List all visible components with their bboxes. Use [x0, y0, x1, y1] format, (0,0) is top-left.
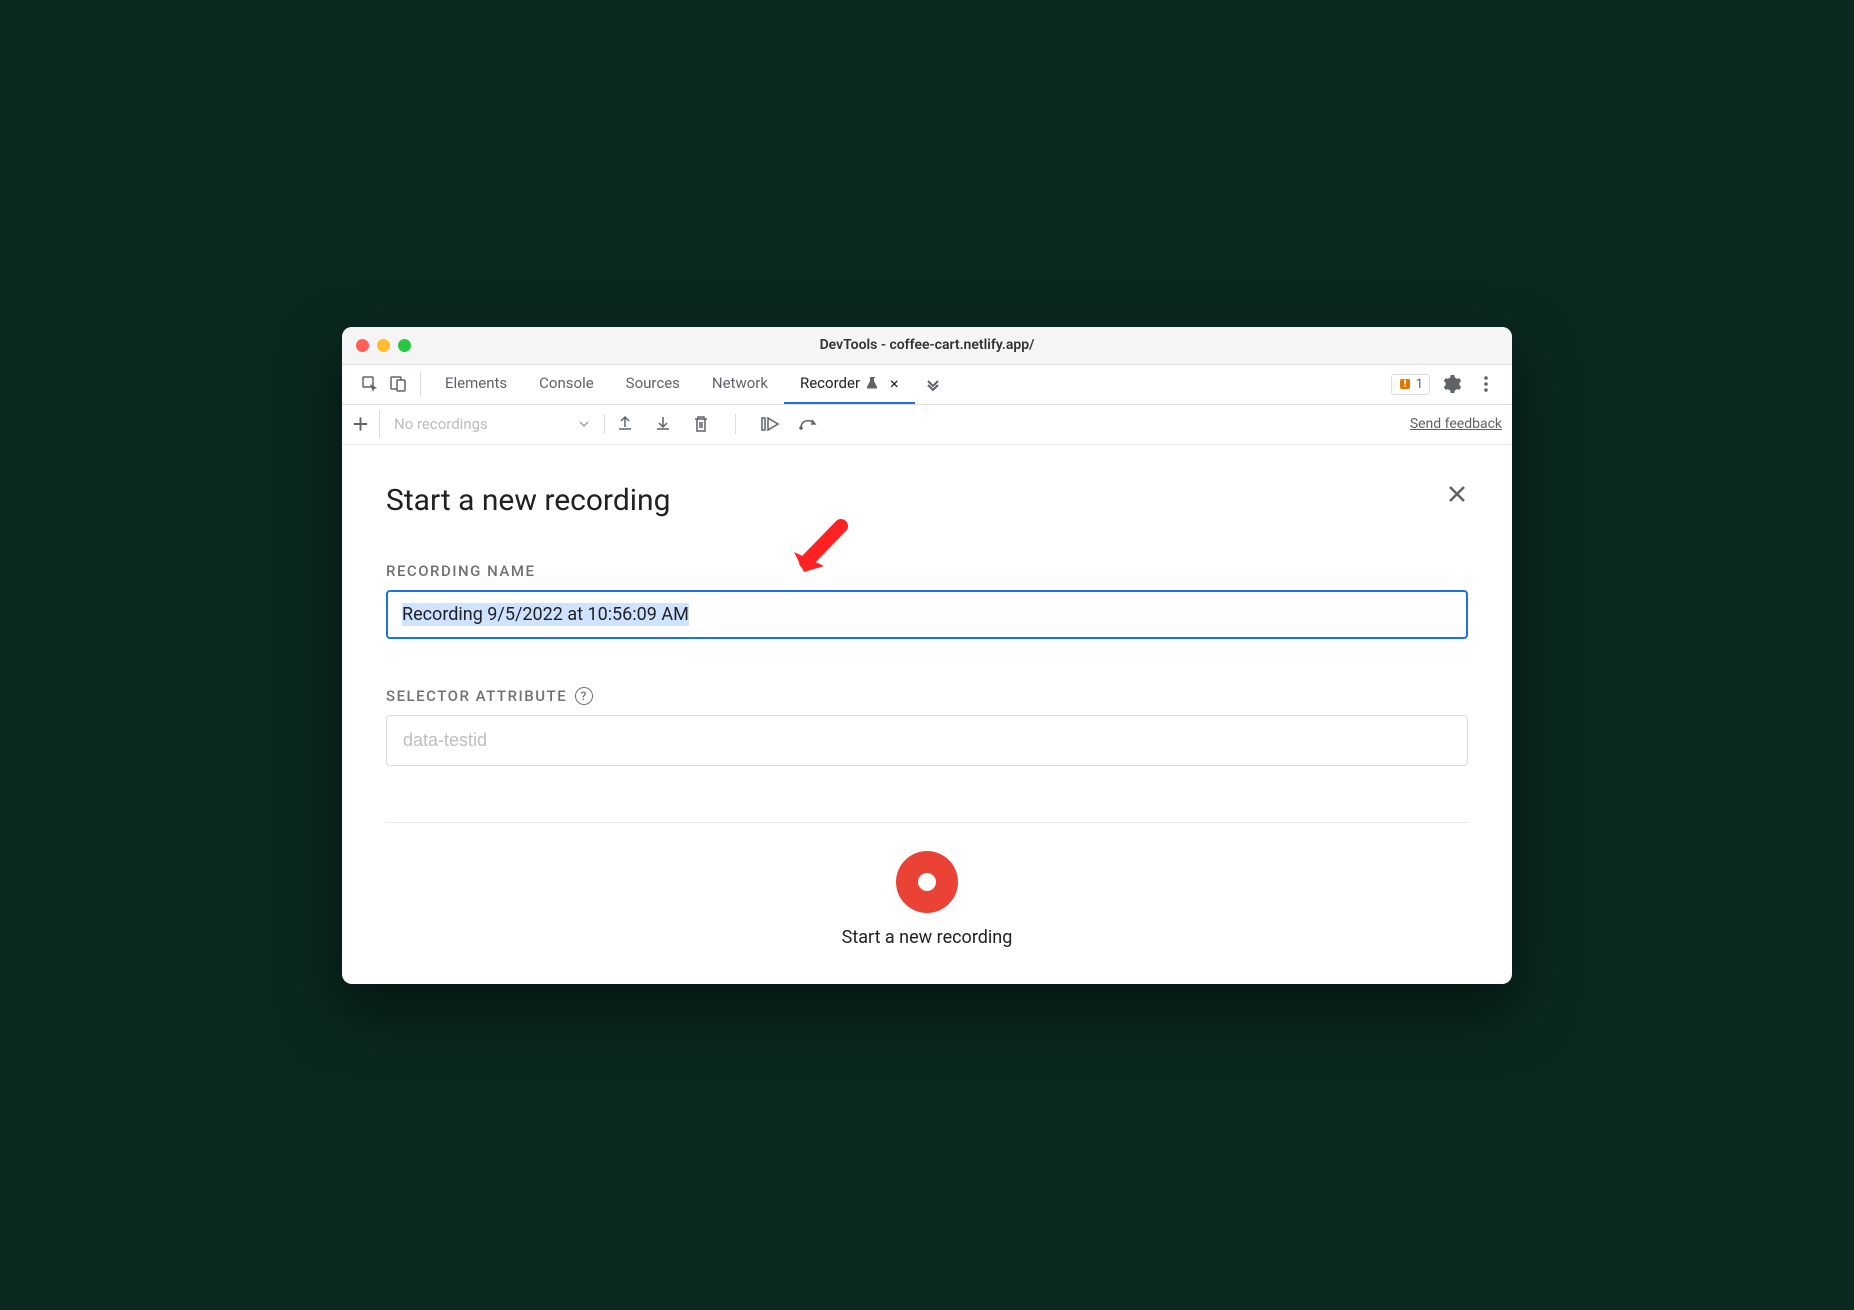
warning-icon: ! — [1398, 377, 1412, 391]
import-icon[interactable] — [651, 412, 675, 436]
recording-name-input[interactable]: Recording 9/5/2022 at 10:56:09 AM — [386, 590, 1468, 639]
start-recording-button[interactable] — [896, 851, 958, 913]
devtools-tabbar: Elements Console Sources Network Recorde… — [342, 365, 1512, 405]
flask-icon — [866, 376, 880, 390]
tab-recorder[interactable]: Recorder × — [784, 364, 915, 404]
recording-name-label: RECORDING NAME — [386, 562, 1468, 580]
svg-text:!: ! — [1403, 379, 1406, 390]
help-icon[interactable]: ? — [575, 687, 593, 705]
titlebar: DevTools - coffee-cart.netlify.app/ — [342, 327, 1512, 365]
selector-attribute-field: SELECTOR ATTRIBUTE ? — [386, 687, 1468, 766]
minimize-window-button[interactable] — [377, 339, 390, 352]
send-feedback-link[interactable]: Send feedback — [1410, 416, 1502, 432]
replay-icon[interactable] — [758, 412, 782, 436]
device-toolbar-icon[interactable] — [386, 372, 410, 396]
recording-name-value: Recording 9/5/2022 at 10:56:09 AM — [402, 603, 689, 626]
maximize-window-button[interactable] — [398, 339, 411, 352]
replay-settings-icon[interactable] — [796, 412, 820, 436]
recorder-content: Start a new recording RECORDING NAME Rec… — [342, 445, 1512, 984]
inspect-element-icon[interactable] — [358, 372, 382, 396]
selector-attribute-label: SELECTOR ATTRIBUTE ? — [386, 687, 1468, 705]
recordings-dropdown[interactable]: No recordings — [388, 415, 596, 433]
tab-console[interactable]: Console — [523, 364, 610, 404]
devtools-window: DevTools - coffee-cart.netlify.app/ Elem… — [342, 327, 1512, 984]
export-icon[interactable] — [613, 412, 637, 436]
tab-sources[interactable]: Sources — [610, 364, 696, 404]
tabs-overflow-icon[interactable] — [915, 376, 951, 392]
add-recording-button[interactable] — [352, 410, 380, 438]
close-panel-icon[interactable] — [1446, 483, 1468, 505]
close-tab-icon[interactable]: × — [890, 374, 899, 393]
footer: Start a new recording — [386, 822, 1468, 984]
delete-icon[interactable] — [689, 412, 713, 436]
chevron-down-icon — [578, 418, 590, 430]
page-title: Start a new recording — [386, 483, 1468, 518]
tab-elements[interactable]: Elements — [429, 364, 523, 404]
issues-badge[interactable]: ! 1 — [1391, 374, 1430, 395]
issues-count: 1 — [1416, 377, 1423, 392]
more-menu-icon[interactable] — [1474, 372, 1498, 396]
recorder-toolbar: No recordings Send feedback — [342, 405, 1512, 445]
settings-icon[interactable] — [1440, 372, 1464, 396]
tab-network[interactable]: Network — [696, 364, 784, 404]
window-title: DevTools - coffee-cart.netlify.app/ — [342, 337, 1512, 353]
start-recording-label: Start a new recording — [842, 927, 1013, 948]
close-window-button[interactable] — [356, 339, 369, 352]
selector-attribute-input[interactable] — [386, 715, 1468, 766]
recording-name-field: RECORDING NAME Recording 9/5/2022 at 10:… — [386, 562, 1468, 639]
traffic-lights — [342, 339, 411, 352]
selector-attribute-text-input[interactable] — [403, 730, 1451, 751]
